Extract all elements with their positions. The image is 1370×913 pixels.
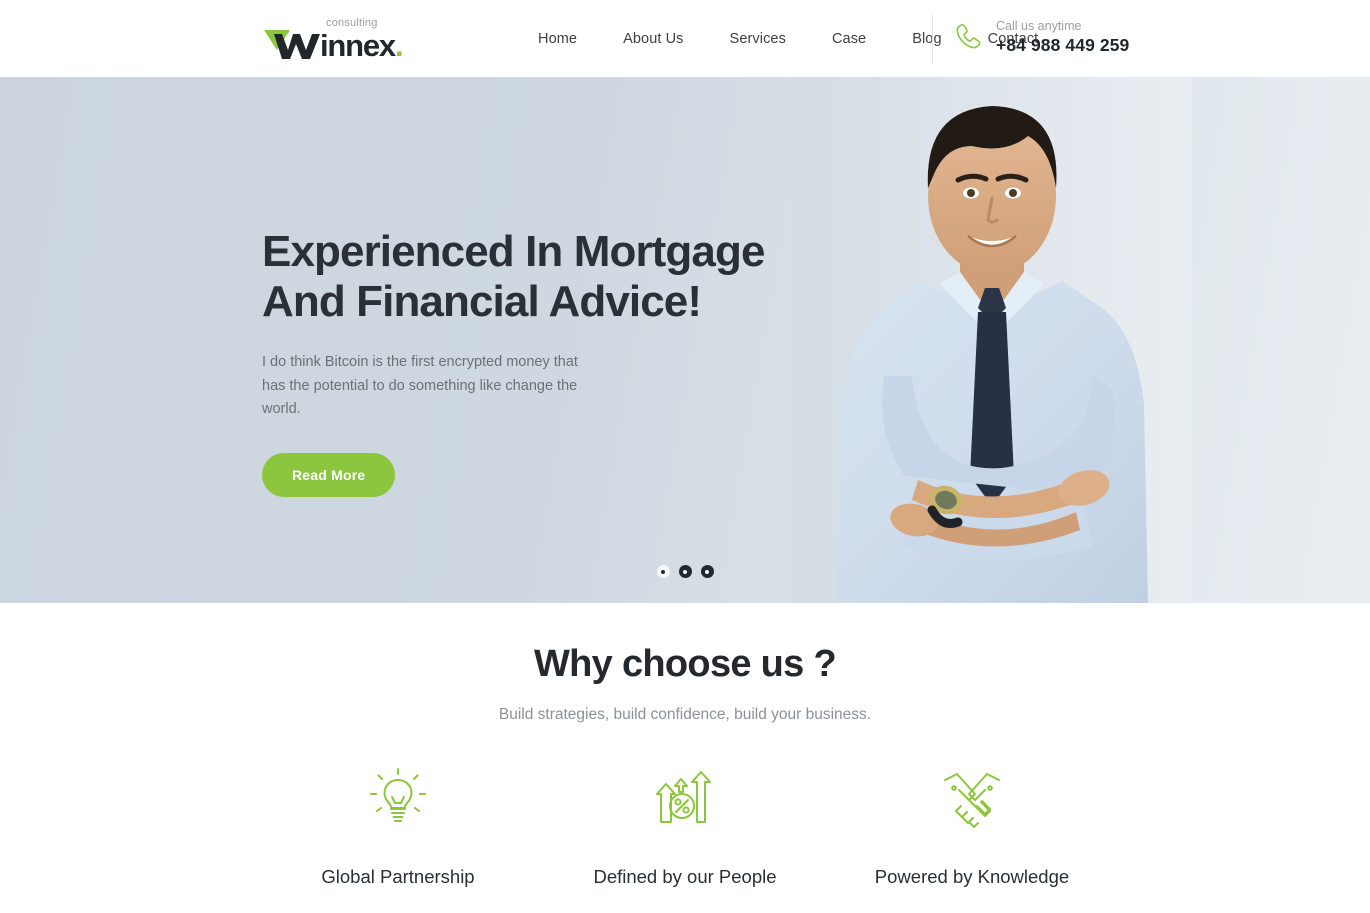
- hero-heading: Experienced In Mortgage And Financial Ad…: [262, 227, 822, 326]
- section-subtitle: Build strategies, build confidence, buil…: [498, 706, 872, 723]
- phone-icon: [956, 24, 981, 49]
- logo-dot: .: [394, 27, 404, 63]
- carousel-dots[interactable]: [0, 565, 1370, 578]
- nav-item-home[interactable]: Home: [538, 31, 600, 47]
- site-header: consulting innex. Home About Us Services…: [0, 0, 1370, 77]
- hero-paragraph: I do think Bitcoin is the first encrypte…: [262, 354, 578, 418]
- features-grid: Global Partnership Nemo enim ipsam volup…: [0, 762, 1370, 913]
- section-title: Why choose us ?: [534, 643, 837, 685]
- logo-w-icon: [264, 30, 320, 59]
- growth-percent-icon: [656, 771, 711, 823]
- feature-icon-wrap: [552, 762, 819, 834]
- feature-title: Defined by our People: [593, 866, 777, 887]
- call-number[interactable]: +84 988 449 259: [996, 35, 1129, 57]
- header-contact-block[interactable]: Call us anytime +84 988 449 259: [951, 18, 1129, 57]
- site-logo[interactable]: consulting innex.: [262, 17, 404, 63]
- hero-businessman-image: [792, 77, 1192, 603]
- handshake-icon: [944, 773, 1000, 828]
- nav-item-services[interactable]: Services: [707, 31, 809, 47]
- feature-card: Defined by our People No one rejects, di…: [542, 762, 829, 913]
- feature-body: No one rejects, dislikes, or avoids plea…: [552, 907, 819, 913]
- logo-wordmark: innex.: [320, 27, 404, 63]
- hero-content: Experienced In Mortgage And Financial Ad…: [262, 227, 822, 497]
- feature-body: Nemo enim ipsam voluptatem quia voluptas…: [265, 907, 532, 913]
- contact-text-group: Call us anytime +84 988 449 259: [996, 18, 1129, 57]
- hero-heading-line2: And Financial Advice!: [262, 276, 702, 326]
- logo-mark: innex.: [262, 27, 404, 63]
- hero-section: Experienced In Mortgage And Financial Ad…: [0, 77, 1370, 603]
- nav-item-about-us[interactable]: About Us: [600, 31, 706, 47]
- feature-icon-wrap: [265, 762, 532, 834]
- feature-body: On the other hand, we denounce with righ…: [839, 907, 1106, 913]
- feature-card: Powered by Knowledge On the other hand, …: [829, 762, 1116, 913]
- feature-title: Global Partnership: [321, 866, 475, 887]
- header-divider: [932, 14, 933, 64]
- nav-item-case[interactable]: Case: [809, 31, 889, 47]
- carousel-dot-1[interactable]: [656, 565, 670, 578]
- lightbulb-icon: [370, 768, 426, 822]
- carousel-dot-3[interactable]: [700, 565, 714, 578]
- feature-title: Powered by Knowledge: [874, 866, 1070, 887]
- feature-card: Global Partnership Nemo enim ipsam volup…: [255, 762, 542, 913]
- call-label: Call us anytime: [996, 19, 1082, 33]
- read-more-button[interactable]: Read More: [262, 452, 396, 497]
- why-choose-us-section: Why choose us ? Build strategies, build …: [0, 603, 1370, 913]
- hero-heading-line1: Experienced In Mortgage: [262, 227, 765, 276]
- feature-icon-wrap: [839, 762, 1106, 834]
- carousel-dot-2[interactable]: [678, 565, 692, 578]
